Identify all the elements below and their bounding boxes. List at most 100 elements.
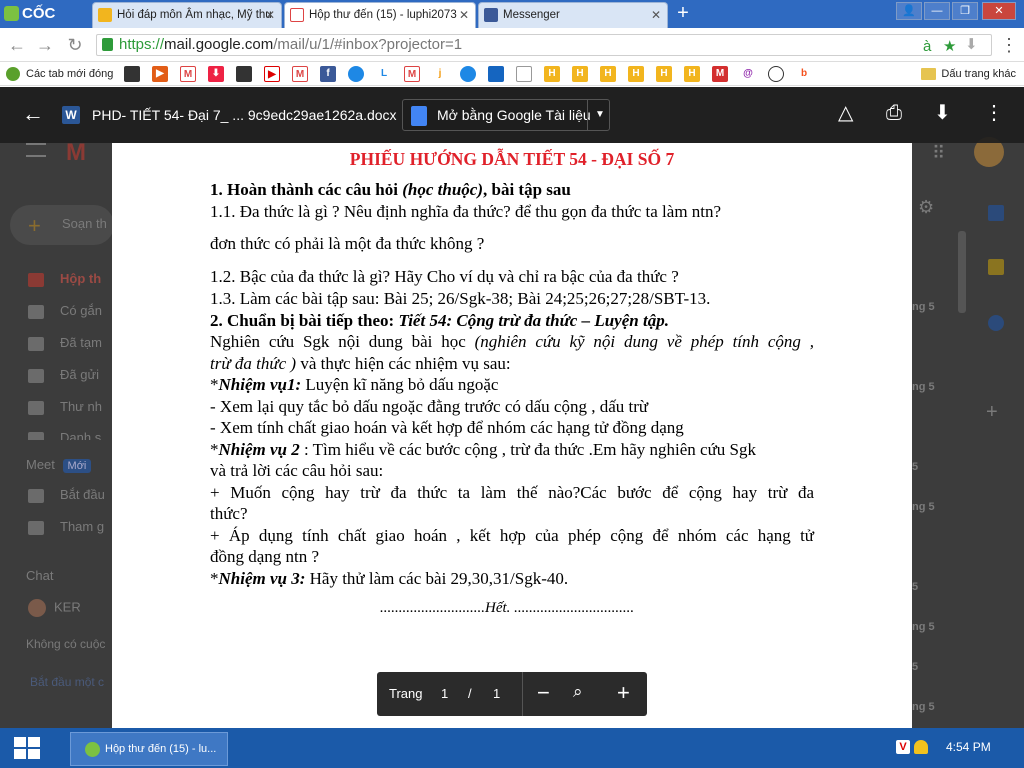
- start-conversation-link[interactable]: Bắt đầu một c: [30, 675, 104, 689]
- add-to-drive-icon[interactable]: △: [838, 103, 853, 123]
- j-icon[interactable]: j: [432, 66, 448, 82]
- translate-icon[interactable]: à: [923, 37, 931, 57]
- apps-icon[interactable]: ⠿: [932, 143, 945, 164]
- heading-text: 2. Chuẩn bị bài tiếp theo:: [210, 311, 399, 330]
- sidebar-item-sent[interactable]: Đã gửi: [28, 367, 99, 383]
- back-button[interactable]: ←: [6, 34, 28, 56]
- star-icon[interactable]: ★: [943, 37, 956, 57]
- sidebar-item-inbox[interactable]: Hộp th: [28, 271, 101, 287]
- chat-user[interactable]: KER: [28, 599, 81, 617]
- main-menu-icon[interactable]: [26, 143, 46, 157]
- url-path: /mail/u/1/#inbox?projector=1: [273, 36, 463, 53]
- hoc24-icon[interactable]: H: [684, 66, 700, 82]
- scrollbar[interactable]: [958, 231, 966, 313]
- minimize-button[interactable]: —: [924, 2, 950, 20]
- cloud-icon[interactable]: [460, 66, 476, 82]
- coccoc-icon: [6, 67, 20, 81]
- at-icon[interactable]: @: [740, 66, 756, 82]
- tv-icon[interactable]: [124, 66, 140, 82]
- forward-button[interactable]: →: [34, 34, 56, 56]
- other-bookmarks[interactable]: Dấu trang khác: [921, 66, 1016, 82]
- meet-start[interactable]: Bắt đầu: [28, 487, 105, 503]
- sidebar-item-drafts[interactable]: Thư nh: [28, 399, 102, 415]
- print-icon[interactable]: ⎙: [886, 103, 902, 123]
- gmail-logo[interactable]: M: [66, 139, 86, 167]
- user-icon[interactable]: 👤: [896, 2, 922, 20]
- paragraph-line: Nghiên cứu Sgk nội dung bài học (nghiên …: [210, 332, 814, 352]
- tasks-icon[interactable]: [988, 315, 1004, 331]
- gmail-icon[interactable]: M: [404, 66, 420, 82]
- task-label: Nhiệm vụ 2: [218, 440, 300, 459]
- tv-icon[interactable]: [236, 66, 252, 82]
- download-icon[interactable]: ⬇: [965, 35, 978, 55]
- settings-icon[interactable]: ⚙: [918, 197, 934, 218]
- antivirus-icon[interactable]: V: [896, 740, 910, 754]
- tab-hoidap[interactable]: Hỏi đáp môn Âm nhạc, Mỹ thu ✕: [92, 2, 282, 28]
- hoc24-icon[interactable]: H: [544, 66, 560, 82]
- reload-button[interactable]: ↻: [64, 34, 86, 56]
- download-icon[interactable]: ⬇: [208, 66, 224, 82]
- download-icon[interactable]: ⬇: [934, 103, 951, 123]
- meet-join[interactable]: Tham g: [28, 519, 104, 535]
- add-addon-icon[interactable]: +: [986, 401, 998, 424]
- task-2-question: thức?: [210, 504, 248, 523]
- task-2-question: đồng dạng ntn ?: [210, 547, 320, 566]
- sidebar-label: Hộp th: [60, 271, 102, 286]
- gmail-icon[interactable]: M: [180, 66, 196, 82]
- compose-button[interactable]: Soạn th: [10, 205, 114, 245]
- keep-icon[interactable]: [988, 259, 1004, 275]
- row-date: ng 5: [912, 621, 935, 633]
- lock-icon: [102, 38, 113, 51]
- sidebar-item-snoozed[interactable]: Đã tạm: [28, 335, 102, 351]
- bookmarks-bar: Các tab mới đóng ▶ M ⬇ ▶ M f L M j H H H…: [0, 62, 1024, 86]
- zoom-out-icon[interactable]: −: [537, 680, 550, 706]
- question-1-2: 1.2. Bậc của đa thức là gì? Hãy Cho ví d…: [210, 267, 679, 286]
- youtube-icon[interactable]: ▶: [264, 66, 280, 82]
- gmail-icon[interactable]: M: [292, 66, 308, 82]
- new-tab-button[interactable]: +: [672, 3, 694, 25]
- browser-tab-bar: CỐC CỐC Hỏi đáp môn Âm nhạc, Mỹ thu ✕ Hộ…: [0, 0, 1024, 50]
- site-icon[interactable]: [488, 66, 504, 82]
- windows-start-icon[interactable]: [14, 737, 42, 761]
- zoom-in-icon[interactable]: +: [617, 680, 630, 706]
- cloud-icon[interactable]: [348, 66, 364, 82]
- back-arrow-icon[interactable]: ←: [22, 103, 44, 125]
- restore-button[interactable]: ❐: [952, 2, 978, 20]
- section-2-heading: 2. Chuẩn bị bài tiếp theo: Tiết 54: Cộng…: [210, 311, 669, 331]
- taskbar-item-browser[interactable]: Hộp thư đến (15) - lu...: [70, 732, 228, 766]
- l-icon[interactable]: L: [376, 66, 392, 82]
- recent-tabs-bookmark[interactable]: Các tab mới đóng: [6, 66, 113, 82]
- close-icon[interactable]: ✕: [265, 3, 275, 27]
- facebook-icon[interactable]: f: [320, 66, 336, 82]
- tab-gmail[interactable]: Hộp thư đến (15) - luphi2073 ✕: [284, 2, 476, 28]
- clock[interactable]: 4:54 PM: [946, 740, 991, 754]
- menu-icon[interactable]: ⋮: [998, 34, 1020, 56]
- chevron-down-icon[interactable]: ▼: [595, 100, 605, 130]
- hoc24-icon[interactable]: H: [656, 66, 672, 82]
- shield-icon[interactable]: [914, 740, 928, 754]
- close-icon[interactable]: ✕: [459, 3, 469, 27]
- hoc24-icon[interactable]: H: [572, 66, 588, 82]
- page-icon[interactable]: [516, 66, 532, 82]
- hoc24-icon[interactable]: H: [628, 66, 644, 82]
- coccoc-logo[interactable]: CỐC CỐC: [0, 0, 90, 50]
- close-window-button[interactable]: ✕: [982, 2, 1016, 20]
- close-icon[interactable]: ✕: [651, 3, 661, 27]
- send-icon: [28, 368, 44, 383]
- page-current[interactable]: 1: [441, 686, 448, 701]
- zoom-icon[interactable]: ⌕: [573, 682, 583, 702]
- b-icon[interactable]: b: [796, 66, 812, 82]
- more-options-icon[interactable]: ⋮: [984, 103, 1004, 123]
- open-with-docs-button[interactable]: Mở bằng Google Tài liệu ▼: [402, 99, 610, 131]
- m-icon[interactable]: M: [712, 66, 728, 82]
- tab-messenger[interactable]: Messenger ✕: [478, 2, 668, 28]
- sidebar-item-starred[interactable]: Có gắn: [28, 303, 102, 319]
- tab-label: Hỏi đáp môn Âm nhạc, Mỹ thu: [117, 9, 272, 21]
- play-icon[interactable]: ▶: [152, 66, 168, 82]
- calendar-icon[interactable]: [988, 205, 1004, 221]
- meet-section: Meet Mới: [26, 457, 92, 473]
- aperture-icon[interactable]: [768, 66, 784, 82]
- hoc24-icon[interactable]: H: [600, 66, 616, 82]
- sidebar-item-categories[interactable]: Danh s: [28, 430, 101, 440]
- url-bar[interactable]: https://mail.google.com/mail/u/1/#inbox?…: [96, 34, 992, 56]
